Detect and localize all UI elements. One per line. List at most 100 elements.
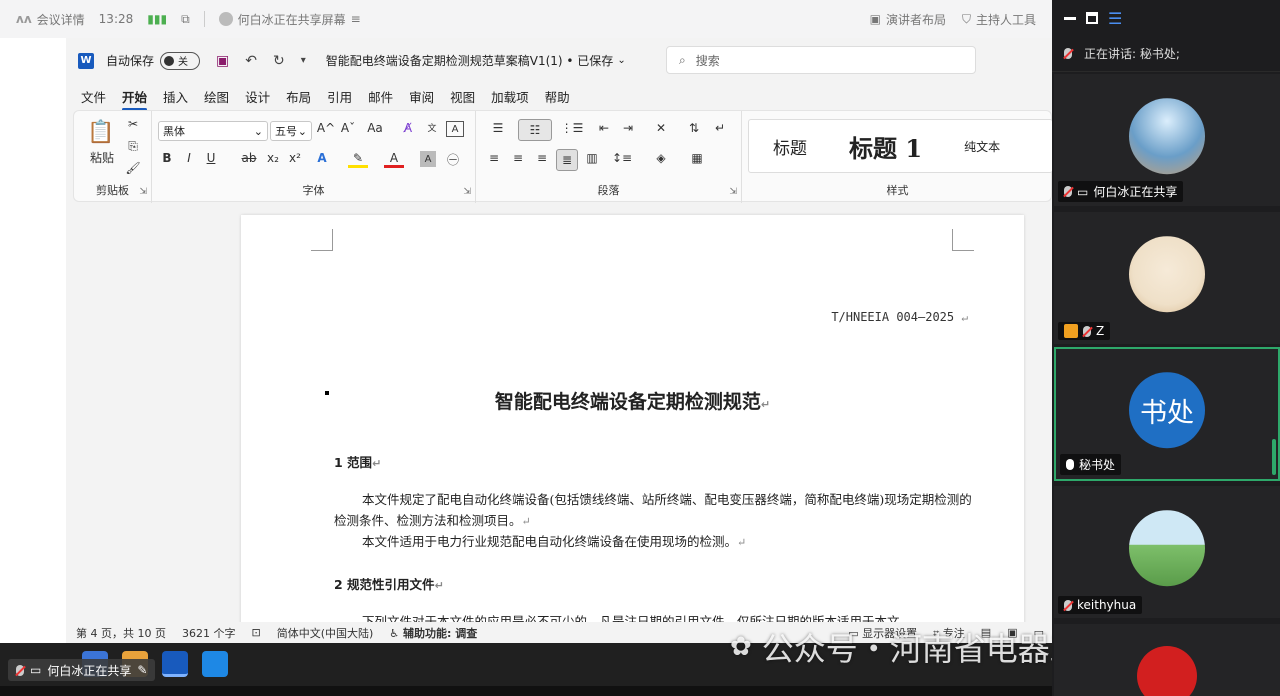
participant-label: Z [1058, 322, 1111, 340]
page-count[interactable]: 第 4 页，共 10 页 [76, 625, 166, 641]
clear-format-icon[interactable]: A̸ [398, 121, 418, 135]
tab-file[interactable]: 文件 [81, 87, 106, 106]
align-left-icon[interactable]: ≡ [484, 151, 504, 165]
save-icon[interactable]: ▣ [216, 53, 229, 69]
italic-button[interactable]: I [180, 151, 198, 165]
multilevel-list-icon[interactable]: ⋮☰ [558, 121, 586, 135]
sharing-status[interactable]: 何白冰正在共享屏幕 ≡ [218, 11, 361, 28]
tab-review[interactable]: 审阅 [409, 87, 434, 106]
strikethrough-button[interactable]: ab [238, 151, 260, 165]
mic-muted-icon [16, 664, 24, 676]
font-color-icon[interactable]: A [384, 151, 404, 168]
tab-addins[interactable]: 加载项 [491, 87, 529, 106]
increase-indent-icon[interactable]: ⇥ [618, 121, 638, 135]
tab-view[interactable]: 视图 [450, 87, 475, 106]
proofing-icon[interactable]: ⊡ [251, 626, 260, 639]
search-box[interactable]: ⌕ 搜索 [666, 46, 976, 74]
accessibility-status[interactable]: ♿ 辅助功能: 调查 [389, 625, 477, 641]
grow-font-button[interactable]: A^ [316, 121, 336, 135]
participant-tile[interactable] [1054, 624, 1280, 696]
restore-icon[interactable] [1086, 12, 1098, 24]
line-spacing-icon[interactable]: ↕≡ [608, 151, 636, 165]
tab-references[interactable]: 引用 [327, 87, 352, 106]
align-center-icon[interactable]: ≡ [508, 151, 528, 165]
paragraph-launcher-icon[interactable]: ⇲ [729, 187, 737, 197]
shrink-font-button[interactable]: Aˇ [338, 121, 358, 135]
host-tools-button[interactable]: ⛉ 主持人工具 [962, 11, 1036, 28]
char-shading-icon[interactable]: A [420, 151, 436, 167]
char-border-icon[interactable]: A [446, 121, 464, 137]
tab-help[interactable]: 帮助 [545, 87, 570, 106]
font-size-select[interactable]: 五号 ⌄ [270, 121, 312, 141]
paste-icon[interactable]: 📋 [86, 117, 116, 147]
show-marks-icon[interactable]: ↵ [710, 121, 730, 135]
shading-icon[interactable]: ◈ [646, 151, 676, 165]
tab-design[interactable]: 设计 [245, 87, 270, 106]
participant-tile-active[interactable]: 书处 秘书处 [1054, 347, 1280, 481]
participant-tile[interactable]: ▭ 何白冰正在共享 [1054, 74, 1280, 206]
enclose-char-icon[interactable]: ㊀ [444, 151, 462, 168]
search-input[interactable]: 搜索 [696, 52, 720, 69]
list-view-icon[interactable]: ☰ [1108, 9, 1122, 28]
cut-icon[interactable]: ✂ [124, 117, 142, 131]
share-screen-icon [218, 12, 233, 26]
tab-draw[interactable]: 绘图 [204, 87, 229, 106]
justify-icon[interactable]: ≣ [556, 149, 578, 171]
font-launcher-icon[interactable]: ⇲ [463, 187, 471, 197]
tab-mailings[interactable]: 邮件 [368, 87, 393, 106]
external-window-icon[interactable]: ⧉ [181, 12, 190, 27]
align-right-icon[interactable]: ≡ [532, 151, 552, 165]
phonetic-guide-icon[interactable]: 文 [422, 121, 442, 134]
copy-icon[interactable]: ⎘ [124, 139, 142, 154]
participant-label: keithyhua [1058, 596, 1143, 614]
document-page[interactable]: T/HNEEIA 004—2025 ↵ 智能配电终端设备定期检测规范↵ 1 范围… [241, 215, 1024, 643]
mic-muted-icon [1064, 186, 1072, 197]
avatar [1129, 236, 1205, 313]
asian-layout-icon[interactable]: ✕ [646, 121, 676, 135]
underline-button[interactable]: U [202, 151, 220, 165]
participant-name: 秘书处 [1079, 458, 1116, 472]
participant-name: keithyhua [1077, 598, 1137, 612]
meeting-app-icon[interactable] [202, 651, 228, 677]
customize-quick-access-icon[interactable]: ▾ [301, 55, 306, 66]
participant-tile[interactable]: Z [1054, 212, 1280, 344]
screen-share-icon: ▭ [30, 663, 42, 677]
word-app-taskbar-icon[interactable] [162, 651, 188, 677]
language-status[interactable]: 简体中文(中国大陆) [277, 625, 374, 641]
avatar [1137, 646, 1197, 696]
subscript-button[interactable]: x₂ [264, 151, 282, 165]
style-heading1[interactable]: 标题 1 [831, 129, 940, 164]
undo-icon[interactable]: ↶ [245, 53, 257, 69]
highlight-icon[interactable]: ✎ [348, 151, 368, 168]
meeting-details-button[interactable]: ᴧᴧ 会议详情 [16, 11, 85, 28]
autosave-toggle[interactable]: 关 [160, 51, 201, 70]
superscript-button[interactable]: x² [286, 151, 304, 165]
bold-button[interactable]: B [158, 151, 176, 165]
sort-icon[interactable]: ⇅ [684, 121, 704, 135]
borders-icon[interactable]: ▦ [682, 151, 712, 165]
word-count[interactable]: 3621 个字 [182, 625, 236, 641]
bullets-icon[interactable]: ☰ [484, 121, 512, 135]
text-effects-icon[interactable]: A [312, 151, 332, 165]
tab-layout[interactable]: 布局 [286, 87, 311, 106]
chevron-down-icon: ⌄ [253, 124, 263, 138]
tab-home[interactable]: 开始 [122, 87, 148, 111]
clipboard-launcher-icon[interactable]: ⇲ [139, 187, 147, 197]
numbering-icon[interactable]: ☷ [518, 119, 552, 141]
document-title[interactable]: 智能配电终端设备定期检测规范草案稿V1(1) • 已保存 [326, 52, 614, 69]
presenter-layout-button[interactable]: ▣ 演讲者布局 [870, 11, 946, 28]
title-dropdown-icon[interactable]: ⌄ [617, 55, 625, 66]
tab-insert[interactable]: 插入 [163, 87, 188, 106]
style-plain-text[interactable]: 纯文本 [940, 138, 1024, 155]
redo-icon[interactable]: ↻ [273, 53, 285, 69]
decrease-indent-icon[interactable]: ⇤ [594, 121, 614, 135]
format-painter-icon[interactable]: 🖌 [124, 161, 142, 175]
change-case-button[interactable]: Aa [362, 121, 388, 135]
minimize-icon[interactable] [1064, 16, 1076, 20]
distributed-icon[interactable]: ▥ [582, 151, 602, 165]
paste-button[interactable]: 粘贴 [82, 149, 122, 166]
sharing-badge[interactable]: ▭ 何白冰正在共享 ✎ [8, 659, 156, 681]
font-name-select[interactable]: 黑体 ⌄ [158, 121, 268, 141]
participant-tile[interactable]: keithyhua [1054, 486, 1280, 618]
style-title[interactable]: 标题 [749, 134, 831, 159]
